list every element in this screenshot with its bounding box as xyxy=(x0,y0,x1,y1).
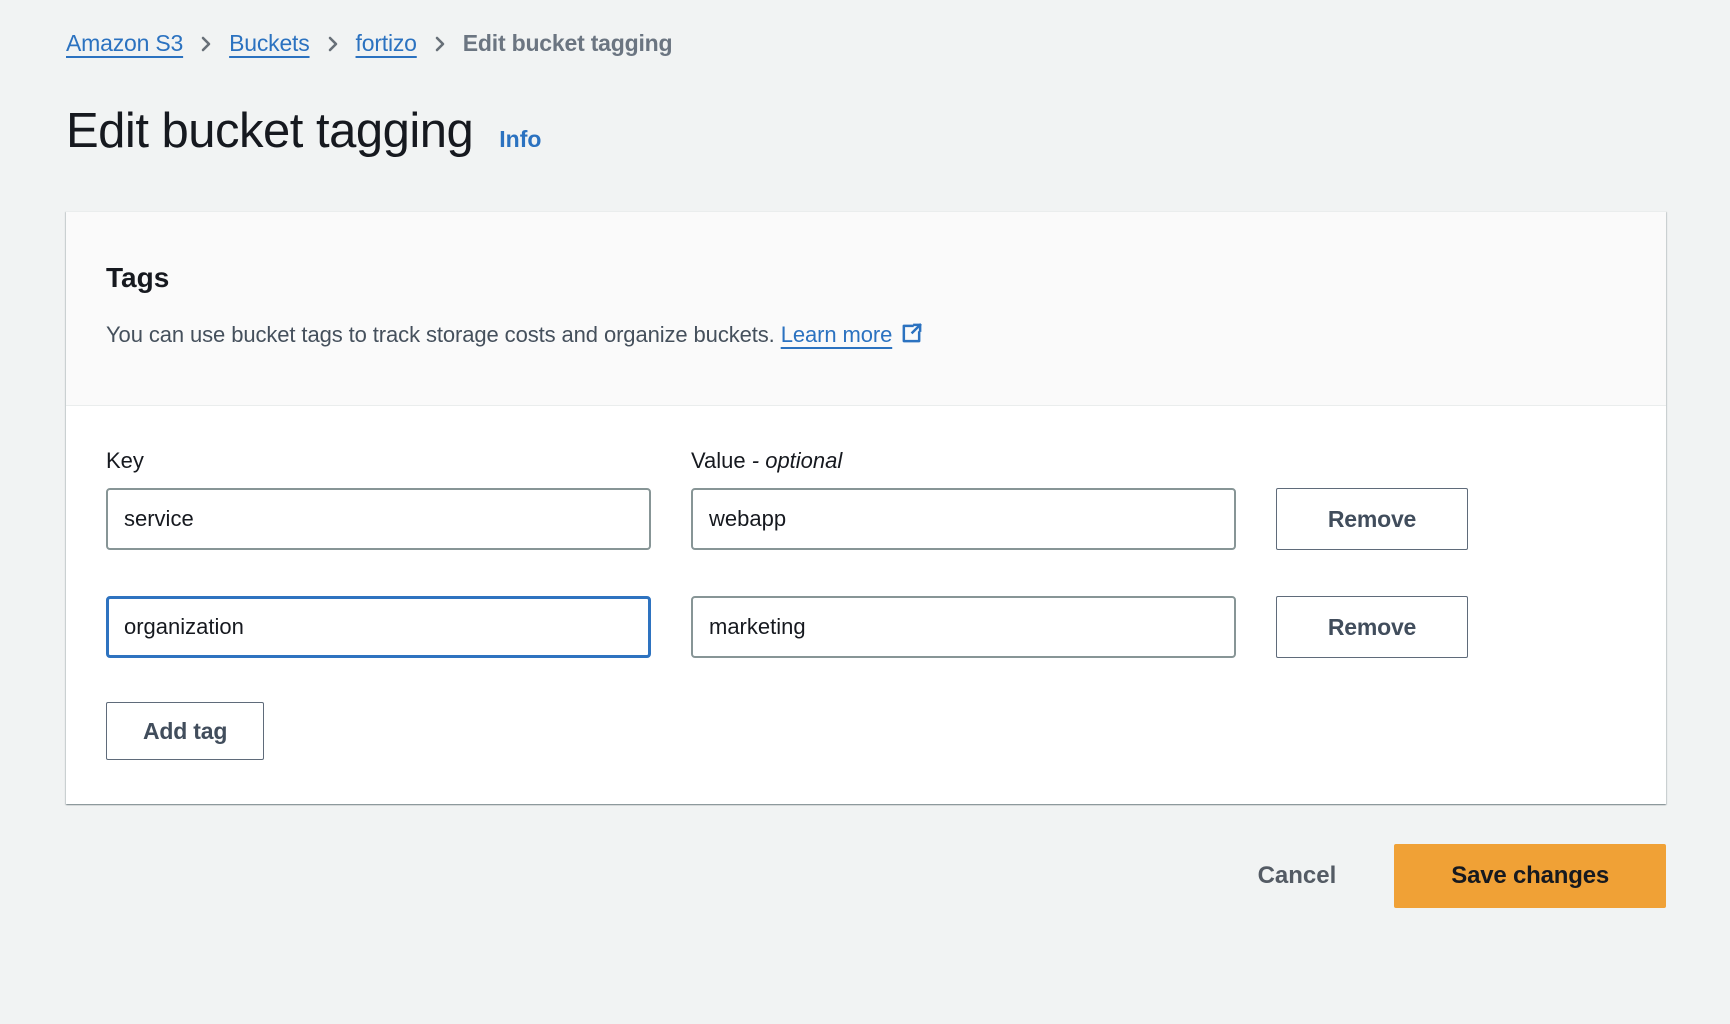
remove-tag-button-1[interactable]: Remove xyxy=(1276,488,1468,550)
tag-value-input-1[interactable] xyxy=(691,488,1236,550)
breadcrumb-current: Edit bucket tagging xyxy=(463,30,673,57)
breadcrumb-link-bucket-name[interactable]: fortizo xyxy=(356,30,417,57)
breadcrumb-link-buckets[interactable]: Buckets xyxy=(229,30,309,57)
remove-tag-button-2[interactable]: Remove xyxy=(1276,596,1468,658)
tags-description: You can use bucket tags to track storage… xyxy=(106,322,1626,351)
tags-card-body: Key Value - optional Remove Remove Add t… xyxy=(66,406,1666,804)
chevron-right-icon xyxy=(432,32,448,56)
tag-labels-row: Key Value - optional xyxy=(106,448,1626,488)
tags-heading: Tags xyxy=(106,262,1626,294)
breadcrumb-link-amazon-s3[interactable]: Amazon S3 xyxy=(66,30,183,57)
chevron-right-icon xyxy=(198,32,214,56)
learn-more-link[interactable]: Learn more xyxy=(781,322,893,347)
tags-description-text: You can use bucket tags to track storage… xyxy=(106,322,775,347)
add-tag-button[interactable]: Add tag xyxy=(106,702,264,760)
value-optional-text: - optional xyxy=(752,448,843,473)
external-link-icon xyxy=(900,322,923,351)
tag-row: Remove xyxy=(106,596,1626,658)
chevron-right-icon xyxy=(325,32,341,56)
tag-key-input-2[interactable] xyxy=(106,596,651,658)
info-link[interactable]: Info xyxy=(499,126,541,152)
tag-key-input-1[interactable] xyxy=(106,488,651,550)
tag-row: Remove xyxy=(106,488,1626,550)
title-row: Edit bucket tagging Info xyxy=(66,103,1664,159)
value-label-text: Value xyxy=(691,448,746,473)
tags-card-header: Tags You can use bucket tags to track st… xyxy=(66,212,1666,406)
tag-value-input-2[interactable] xyxy=(691,596,1236,658)
breadcrumb: Amazon S3 Buckets fortizo Edit bucket ta… xyxy=(66,30,1664,57)
save-changes-button[interactable]: Save changes xyxy=(1394,844,1666,908)
value-label: Value - optional xyxy=(691,448,1236,474)
key-label: Key xyxy=(106,448,651,474)
page-title: Edit bucket tagging xyxy=(66,104,473,158)
page: Amazon S3 Buckets fortizo Edit bucket ta… xyxy=(0,0,1730,908)
footer-actions: Cancel Save changes xyxy=(66,844,1666,908)
cancel-button[interactable]: Cancel xyxy=(1258,862,1337,890)
tags-card: Tags You can use bucket tags to track st… xyxy=(66,211,1666,804)
